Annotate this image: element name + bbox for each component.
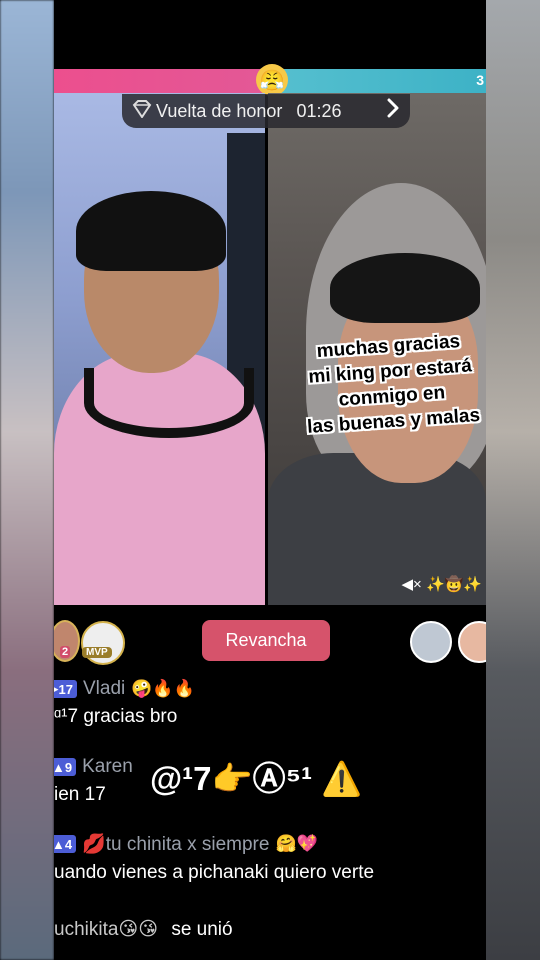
level-badge: ▲ 4 — [54, 835, 77, 853]
chat-text: ᵅ¹7 gracias bro — [54, 706, 178, 727]
warning-icon: ⚠️ — [321, 760, 363, 797]
chat-username: Karen — [82, 756, 133, 777]
level-badge: ▲ 9 — [54, 758, 77, 776]
shirt-collar — [84, 368, 254, 438]
honor-lap-banner[interactable]: Vuelta de honor 01:26 — [122, 94, 410, 128]
joined-username: uchikita😘😘 — [54, 919, 159, 940]
chevron-right-icon[interactable] — [386, 98, 400, 124]
mvp-avatar[interactable] — [81, 621, 125, 665]
person-hair — [330, 253, 480, 323]
username-emojis: 🤪🔥🔥 — [131, 679, 195, 698]
person-hair — [76, 191, 226, 271]
diamond-crown-icon — [132, 99, 152, 123]
mention-sticker: @¹7👉Ⓐ⁵¹ ⚠️ — [150, 752, 362, 800]
blurred-background-right — [486, 0, 540, 960]
mute-effects-icons[interactable]: ◀× ✨🤠✨ — [402, 575, 483, 593]
right-score: 3 — [476, 72, 484, 88]
chat-message[interactable]: ▲ 4 💋tu chinita x siempre 🤗💖 uando vienes… — [54, 832, 486, 884]
host-video-left[interactable] — [54, 93, 265, 605]
rematch-button[interactable]: Revancha — [202, 620, 330, 661]
mention-text: @¹7👉Ⓐ⁵¹ — [150, 760, 313, 797]
honor-lap-label: Vuelta de honor — [156, 100, 283, 121]
level-badge: ▸ 17 — [54, 680, 77, 698]
live-battle-screen: 😤 3 ◀× ✨🤠✨ Vuelta de honor 01:26 muchas … — [54, 0, 486, 960]
gifter-rank-badge: 2 — [60, 646, 71, 658]
blurred-background-left — [0, 0, 54, 960]
chat-text: uando vienes a pichanaki quiero verte — [54, 862, 375, 883]
battle-emoji-icon: 😤 — [256, 64, 288, 96]
chat-username: 💋tu chinita x siempre — [82, 834, 270, 855]
opponent-gifter-avatar[interactable] — [410, 621, 452, 663]
mvp-badge: MVP — [82, 647, 112, 658]
honor-lap-timer: 01:26 — [296, 100, 342, 121]
joined-action: se unió — [171, 919, 233, 940]
opponent-gifter-avatar[interactable] — [458, 621, 486, 663]
chat-message[interactable]: ▸ 17 Vladi 🤪🔥🔥 ᵅ¹7 gracias bro — [54, 678, 486, 728]
join-notification: uchikita😘😘 se unió — [54, 918, 233, 941]
chat-username: Vladi — [83, 678, 126, 699]
caption-overlay: muchas gracias mi king por estará conmig… — [282, 327, 486, 442]
username-emojis: 🤗💖 — [275, 834, 318, 853]
